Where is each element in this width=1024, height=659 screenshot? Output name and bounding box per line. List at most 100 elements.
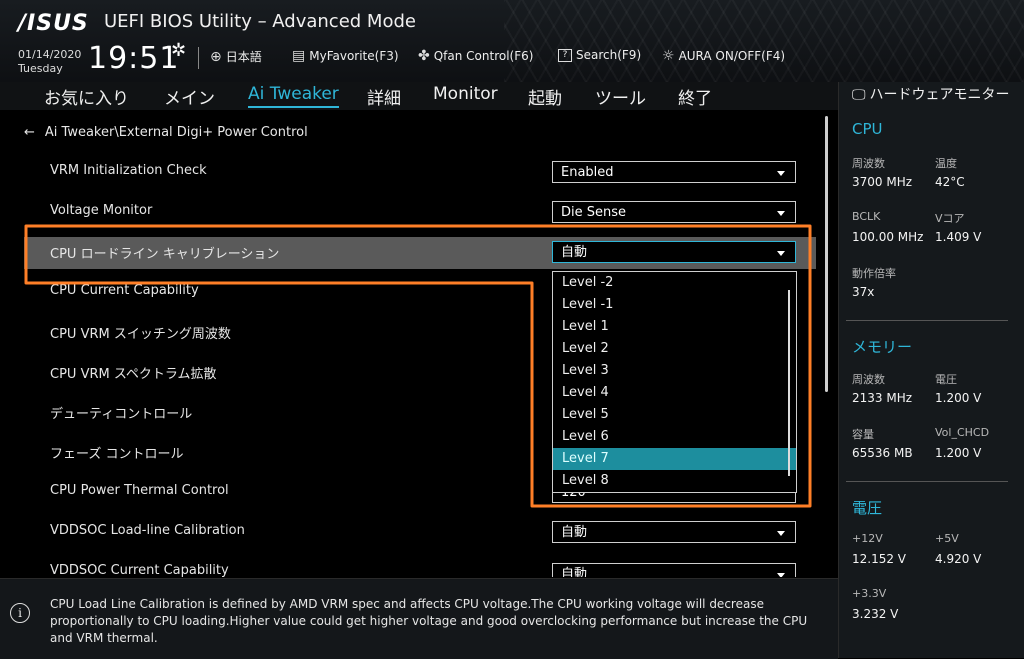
vddsoc-current-value: 自動 (561, 567, 588, 577)
v5-value: 4.920 V (935, 552, 982, 566)
search-label: Search(F9) (576, 48, 642, 62)
favorite-icon: ▤ (292, 48, 306, 64)
bclk-value: 100.00 MHz (852, 230, 924, 244)
gear-icon[interactable]: ✲ (171, 40, 186, 61)
setting-vddsoc-current-capability[interactable]: VDDSOC Current Capability (50, 563, 229, 577)
header-pattern (504, 0, 1024, 82)
setting-vrm-init-check[interactable]: VRM Initialization Check (50, 163, 207, 178)
voltage-heading: 電圧 (852, 499, 883, 517)
setting-vddsoc-llc[interactable]: VDDSOC Load-line Calibration (50, 523, 245, 538)
setting-cpu-current-capability[interactable]: CPU Current Capability (50, 283, 199, 298)
bclk-label: BCLK (852, 210, 881, 223)
cpu-temp-value: 42°C (935, 175, 965, 189)
vcore-label: Vコア (935, 212, 965, 225)
myfavorite-button[interactable]: ▤ MyFavorite(F3) (292, 48, 399, 64)
chevron-down-icon (777, 531, 785, 536)
search-icon: ? (558, 48, 572, 62)
menu-ai-tweaker[interactable]: Ai Tweaker (248, 84, 339, 108)
dropdown-option[interactable]: Level 2 (553, 338, 796, 360)
mem-chcd-label: Vol_CHCD (935, 426, 990, 439)
language-button[interactable]: ⊕ 日本語 (210, 48, 262, 65)
dropdown-option[interactable]: Level 1 (553, 316, 796, 338)
setting-cpu-power-thermal[interactable]: CPU Power Thermal Control (50, 483, 229, 498)
header-divider (198, 47, 199, 69)
aura-icon: ☼ (662, 48, 675, 64)
v5-label: +5V (935, 532, 959, 545)
mem-chcd-value: 1.200 V (935, 446, 982, 460)
setting-voltage-monitor[interactable]: Voltage Monitor (50, 203, 152, 218)
llc-dropdown-list: Level -2 Level -1 Level 1 Level 2 Level … (552, 271, 797, 493)
vddsoc-llc-select[interactable]: 自動 (552, 521, 796, 543)
mem-volt-value: 1.200 V (935, 391, 982, 405)
info-icon: i (10, 603, 30, 623)
date-text: 01/14/2020 (18, 48, 82, 61)
dropdown-option[interactable]: Level 4 (553, 382, 796, 404)
voltage-monitor-value: Die Sense (561, 205, 627, 220)
menu-main[interactable]: メイン (164, 84, 215, 109)
ratio-label: 動作倍率 (852, 267, 896, 280)
hw-monitor-title-text: ハードウェアモニター (869, 87, 1010, 103)
setting-cpu-vrm-switching[interactable]: CPU VRM スイッチング周波数 (50, 323, 231, 342)
chevron-down-icon (777, 171, 785, 176)
v33-value: 3.232 V (852, 607, 899, 621)
mem-cap-label: 容量 (852, 428, 874, 441)
dropdown-option[interactable]: Level 3 (553, 360, 796, 382)
ratio-value: 37x (852, 285, 875, 299)
setting-cpu-vrm-spread-spectrum[interactable]: CPU VRM スペクトラム拡散 (50, 363, 217, 382)
help-text: CPU Load Line Calibration is defined by … (50, 597, 808, 645)
back-arrow-icon[interactable]: ← (24, 125, 35, 140)
v33-label: +3.3V (852, 587, 887, 600)
chevron-down-icon (777, 251, 785, 256)
vddsoc-llc-value: 自動 (561, 525, 588, 540)
cpu-llc-select[interactable]: 自動 (552, 241, 796, 263)
menu-exit[interactable]: 終了 (678, 84, 712, 109)
cpu-freq-value: 3700 MHz (852, 175, 913, 189)
v12-value: 12.152 V (852, 552, 907, 566)
vrm-init-value: Enabled (561, 165, 614, 180)
breadcrumb-path: Ai Tweaker\External Digi+ Power Control (44, 125, 308, 140)
dropdown-scrollbar[interactable] (788, 290, 790, 476)
qfan-button[interactable]: ✤ Qfan Control(F6) (418, 48, 533, 64)
globe-icon: ⊕ (210, 48, 222, 65)
menu-favorites[interactable]: お気に入り (44, 84, 129, 109)
menu-advanced[interactable]: 詳細 (367, 84, 401, 109)
myfavorite-label: MyFavorite(F3) (309, 49, 399, 63)
cpu-heading: CPU (852, 120, 883, 138)
dropdown-option[interactable]: Level 8 (553, 470, 796, 492)
search-button[interactable]: ? Search(F9) (558, 48, 641, 62)
menu-tools[interactable]: ツール (595, 84, 646, 109)
mem-volt-label: 電圧 (935, 373, 957, 386)
dropdown-option[interactable]: Level 5 (553, 404, 796, 426)
mem-cap-value: 65536 MB (852, 446, 913, 460)
setting-phase-control[interactable]: フェーズ コントロール (50, 443, 183, 462)
dropdown-option[interactable]: Level -1 (553, 294, 796, 316)
cpu-llc-value: 自動 (561, 245, 588, 260)
clipped-row-container: VDDSOC Current Capability 自動 (0, 555, 838, 577)
voltage-monitor-select[interactable]: Die Sense (552, 201, 796, 223)
setting-cpu-llc[interactable]: CPU ロードライン キャリブレーション (50, 243, 279, 262)
aura-button[interactable]: ☼ AURA ON/OFF(F4) (662, 48, 785, 64)
date-display: 01/14/2020 Tuesday (18, 48, 81, 76)
menu-boot[interactable]: 起動 (528, 84, 562, 109)
dropdown-option-selected[interactable]: Level 7 (553, 448, 796, 470)
mem-freq-label: 周波数 (852, 373, 885, 386)
setting-duty-control[interactable]: デューティコントロール (50, 403, 192, 422)
vcore-value: 1.409 V (935, 230, 982, 244)
vddsoc-current-select[interactable]: 自動 (552, 563, 796, 577)
hw-monitor-title: 🖵 ハードウェアモニター (852, 86, 1012, 104)
dropdown-option[interactable]: Level 6 (553, 426, 796, 448)
vrm-init-select[interactable]: Enabled (552, 161, 796, 183)
language-label: 日本語 (225, 50, 262, 64)
dropdown-option[interactable]: Level -2 (553, 272, 796, 294)
app-title: UEFI BIOS Utility – Advanced Mode (104, 11, 416, 32)
main-scrollbar[interactable] (825, 116, 828, 392)
mem-freq-value: 2133 MHz (852, 391, 913, 405)
clock-display: 19:51 (88, 41, 180, 76)
panel-divider (846, 481, 1008, 482)
chevron-down-icon (777, 211, 785, 216)
memory-heading: メモリー (852, 338, 913, 356)
aura-label: AURA ON/OFF(F4) (678, 49, 786, 63)
day-text: Tuesday (18, 62, 63, 75)
qfan-label: Qfan Control(F6) (433, 49, 534, 63)
menu-monitor[interactable]: Monitor (433, 84, 498, 104)
